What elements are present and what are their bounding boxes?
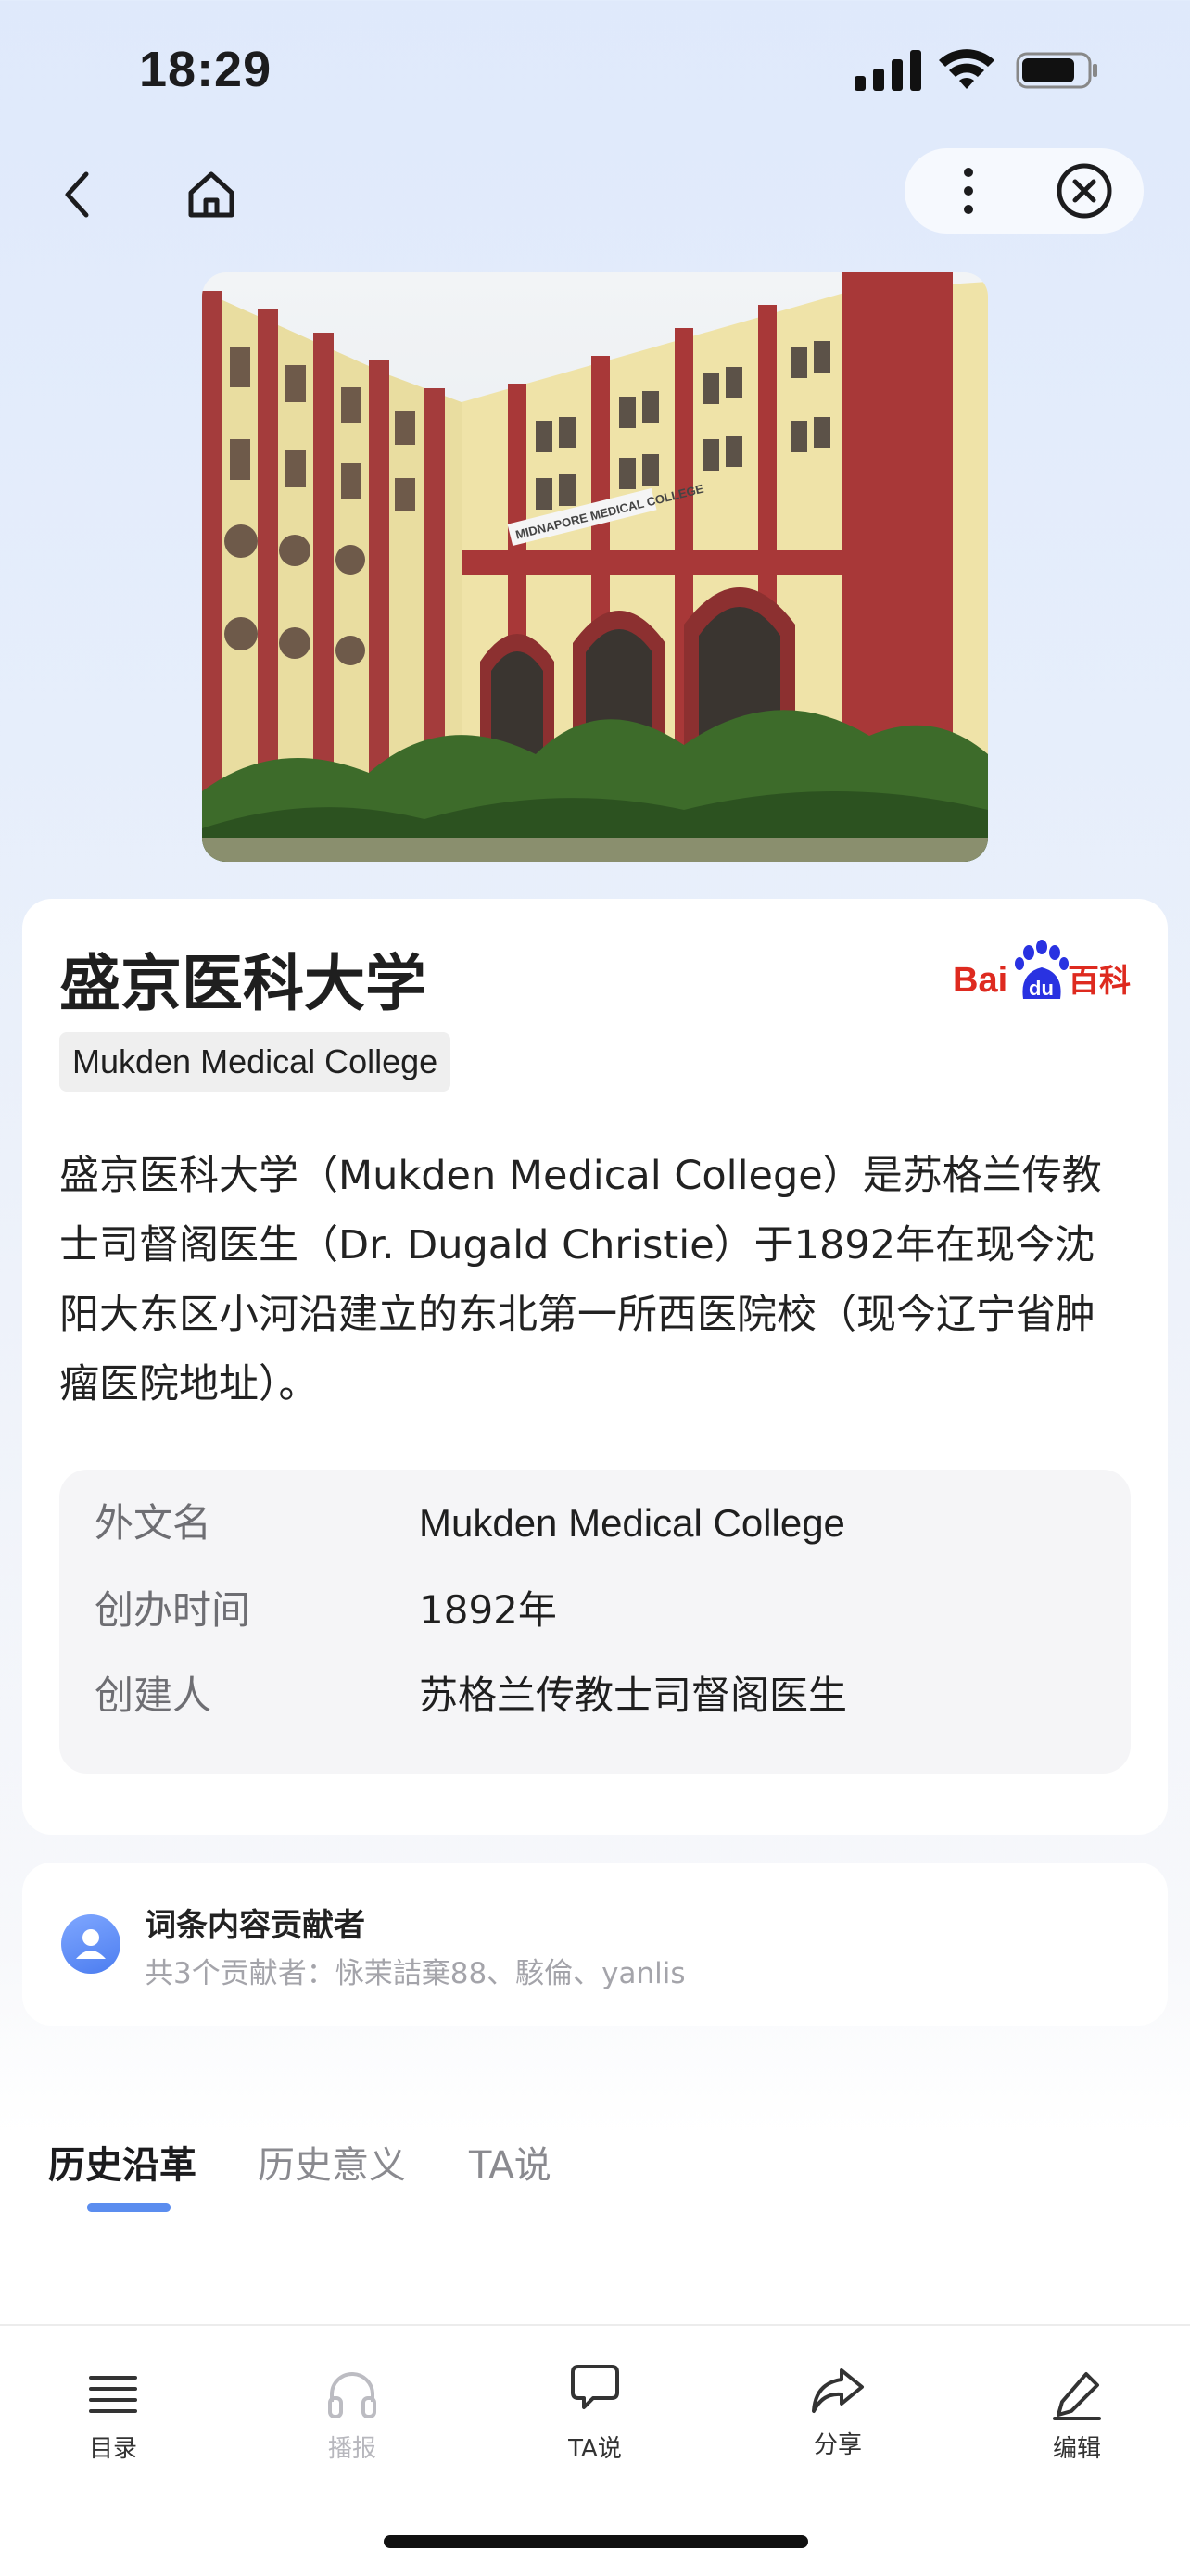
ta-says-label: TA说 [568,2435,622,2463]
status-time: 18:29 [139,42,272,97]
info-value: Mukden Medical College [419,1501,845,1545]
edit-button[interactable]: 编辑 [1003,2361,1151,2464]
hero-image[interactable]: MIDNAPORE MEDICAL COLLEGE [202,272,988,862]
logo-bai: Bai [953,961,1007,1000]
wifi-icon [936,44,997,91]
broadcast-button[interactable]: 播报 [278,2361,426,2464]
contributor-avatar-icon [61,1914,120,1974]
tab-ta-says[interactable]: TA说 [469,2135,551,2189]
toc-label: 目录 [88,2435,137,2463]
info-key: 外文名 [95,1500,212,1546]
headphones-icon [328,2372,376,2418]
close-circle-icon [1057,163,1112,219]
info-key: 创办时间 [95,1587,251,1633]
list-icon [89,2376,137,2413]
toc-button[interactable]: 目录 [39,2361,187,2464]
ta-says-button[interactable]: TA说 [521,2354,669,2464]
contributors-list: 共3个贡献者：怺茉詰棄88、駭倫、yanlis [145,1957,686,1990]
broadcast-label: 播报 [327,2435,376,2463]
share-icon [812,2368,864,2413]
battery-icon [1016,52,1099,89]
entry-summary: 盛京医科大学（Mukden Medical College）是苏格兰传教士司督阁… [59,1153,1102,1408]
chat-bubble-icon [571,2365,619,2409]
home-button[interactable] [174,158,248,232]
active-tab-indicator [87,2203,171,2212]
baidu-baike-logo[interactable]: Bai du 百科 [953,938,1134,1003]
more-vertical-icon [964,168,973,214]
edit-label: 编辑 [1052,2435,1101,2463]
chevron-left-icon [65,171,89,218]
info-key: 创建人 [95,1673,212,1718]
edit-pen-icon [1053,2372,1101,2420]
share-button[interactable]: 分享 [764,2357,912,2460]
tab-history[interactable]: 历史沿革 [48,2135,196,2189]
page-title: 盛京医科大学 [59,948,426,1019]
home-indicator[interactable] [384,2535,808,2548]
close-button[interactable] [1047,154,1121,228]
tab-significance[interactable]: 历史意义 [258,2135,406,2189]
back-button[interactable] [44,158,109,232]
info-box: 外文名 Mukden Medical College 创办时间 1892年 创建… [59,1470,1131,1774]
logo-baike: 百科 [1068,963,1131,1000]
home-icon [188,171,234,218]
info-value: 1892年 [419,1587,557,1633]
contributors-title: 词条内容贡献者 [145,1907,365,1944]
more-options-button[interactable] [936,154,1001,228]
logo-du: du [1029,977,1054,1000]
share-label: 分享 [813,2431,862,2459]
info-value[interactable]: 苏格兰传教士司督阁医生 [419,1668,847,1724]
english-name-tag: Mukden Medical College [59,1032,451,1092]
cellular-signal-icon [855,48,921,91]
